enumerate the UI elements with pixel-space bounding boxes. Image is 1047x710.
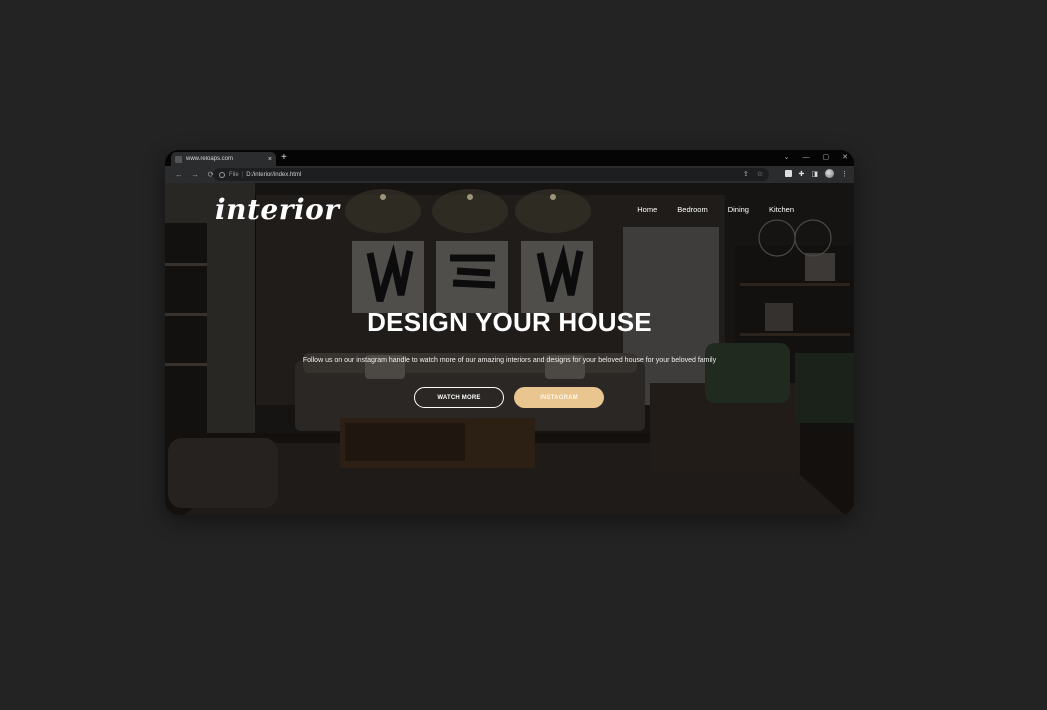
omnibox-actions: ⇪ ☆ xyxy=(743,170,763,178)
menu-kebab-icon[interactable]: ⋮ xyxy=(841,170,848,178)
extensions-area: ✚ ◨ ⋮ xyxy=(784,169,848,178)
site-logo[interactable]: interior xyxy=(215,193,340,226)
bookmark-star-icon[interactable]: ☆ xyxy=(757,170,763,178)
tab-search-icon[interactable]: ⌄ xyxy=(784,152,790,164)
maximize-button[interactable]: ▢ xyxy=(823,152,830,164)
url-separator: | xyxy=(241,171,244,178)
minimize-button[interactable]: — xyxy=(803,152,810,164)
page-viewport: interior Home Bedroom Dining Kitchen DES… xyxy=(165,183,854,515)
browser-window: www.reloaps.com × + ⌄ — ▢ ✕ ← → ⟳ File |… xyxy=(165,150,854,515)
url-text[interactable]: D:/interior/index.html xyxy=(246,172,301,178)
profile-avatar-icon[interactable] xyxy=(825,169,834,178)
watch-more-button[interactable]: WATCH MORE xyxy=(414,387,504,408)
nav-link-bedroom[interactable]: Bedroom xyxy=(677,205,707,214)
window-controls: ⌄ — ▢ ✕ xyxy=(784,152,848,164)
puzzle-extensions-icon[interactable]: ✚ xyxy=(799,170,805,178)
browser-toolbar: ← → ⟳ File | D:/interior/index.html ⇪ ☆ … xyxy=(165,166,854,183)
hero-title: DESIGN YOUR HOUSE xyxy=(367,307,652,337)
site-info-icon[interactable] xyxy=(219,171,225,178)
nav-link-dining[interactable]: Dining xyxy=(728,205,749,214)
back-arrow-icon[interactable]: ← xyxy=(171,170,187,179)
side-panel-icon[interactable]: ◨ xyxy=(811,170,818,178)
nav-link-home[interactable]: Home xyxy=(637,205,657,214)
forward-arrow-icon[interactable]: → xyxy=(187,170,203,179)
new-tab-button[interactable]: + xyxy=(281,152,287,164)
nav-link-kitchen[interactable]: Kitchen xyxy=(769,205,794,214)
share-icon[interactable]: ⇪ xyxy=(743,170,749,178)
tab-strip: www.reloaps.com × + ⌄ — ▢ ✕ xyxy=(165,150,854,166)
close-window-button[interactable]: ✕ xyxy=(842,152,848,164)
url-scheme: File xyxy=(229,171,239,178)
extension-icon[interactable] xyxy=(784,170,792,177)
tab-close-icon[interactable]: × xyxy=(268,156,272,163)
tab-title: www.reloaps.com xyxy=(186,156,234,162)
favicon-icon xyxy=(175,155,182,163)
main-nav: Home Bedroom Dining Kitchen xyxy=(637,205,794,214)
address-bar[interactable]: File | D:/interior/index.html ⇪ ☆ xyxy=(213,168,769,181)
instagram-button[interactable]: INSTAGRAM xyxy=(514,387,604,408)
hero-dark-overlay xyxy=(165,183,854,515)
hero-subtitle: Follow us on our instagram handle to wat… xyxy=(302,357,717,364)
browser-tab[interactable]: www.reloaps.com × xyxy=(171,152,276,166)
